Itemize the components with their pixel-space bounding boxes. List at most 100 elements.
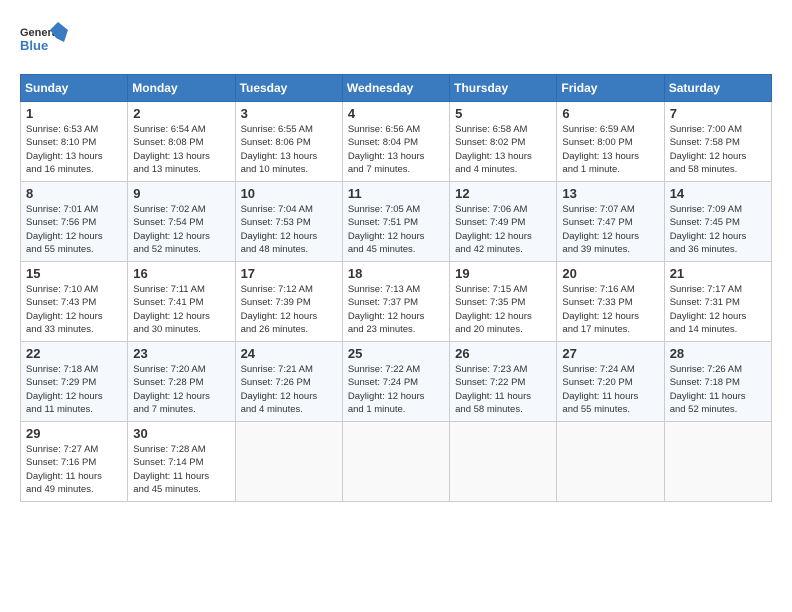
calendar-cell: 9 Sunrise: 7:02 AM Sunset: 7:54 PM Daylig…	[128, 182, 235, 262]
calendar-cell: 16 Sunrise: 7:11 AM Sunset: 7:41 PM Dayli…	[128, 262, 235, 342]
day-number: 7	[670, 106, 766, 121]
day-number: 26	[455, 346, 551, 361]
day-number: 8	[26, 186, 122, 201]
day-info: Sunrise: 7:11 AM Sunset: 7:41 PM Dayligh…	[133, 283, 229, 336]
weekday-header-saturday: Saturday	[664, 75, 771, 102]
day-number: 25	[348, 346, 444, 361]
calendar-cell: 21 Sunrise: 7:17 AM Sunset: 7:31 PM Dayli…	[664, 262, 771, 342]
day-number: 2	[133, 106, 229, 121]
day-info: Sunrise: 7:07 AM Sunset: 7:47 PM Dayligh…	[562, 203, 658, 256]
page-header: General Blue	[20, 20, 772, 64]
day-info: Sunrise: 7:01 AM Sunset: 7:56 PM Dayligh…	[26, 203, 122, 256]
day-info: Sunrise: 7:22 AM Sunset: 7:24 PM Dayligh…	[348, 363, 444, 416]
calendar-cell: 30 Sunrise: 7:28 AM Sunset: 7:14 PM Dayli…	[128, 422, 235, 502]
day-info: Sunrise: 7:24 AM Sunset: 7:20 PM Dayligh…	[562, 363, 658, 416]
weekday-header-sunday: Sunday	[21, 75, 128, 102]
day-info: Sunrise: 7:00 AM Sunset: 7:58 PM Dayligh…	[670, 123, 766, 176]
day-info: Sunrise: 7:23 AM Sunset: 7:22 PM Dayligh…	[455, 363, 551, 416]
day-info: Sunrise: 7:17 AM Sunset: 7:31 PM Dayligh…	[670, 283, 766, 336]
calendar-cell: 6 Sunrise: 6:59 AM Sunset: 8:00 PM Daylig…	[557, 102, 664, 182]
day-info: Sunrise: 7:12 AM Sunset: 7:39 PM Dayligh…	[241, 283, 337, 336]
day-number: 28	[670, 346, 766, 361]
calendar-week-row: 29Sunrise: 7:27 AM Sunset: 7:16 PM Dayli…	[21, 422, 772, 502]
calendar-cell: 18 Sunrise: 7:13 AM Sunset: 7:37 PM Dayli…	[342, 262, 449, 342]
day-info: Sunrise: 7:21 AM Sunset: 7:26 PM Dayligh…	[241, 363, 337, 416]
day-number: 14	[670, 186, 766, 201]
svg-text:Blue: Blue	[20, 38, 48, 53]
weekday-header-monday: Monday	[128, 75, 235, 102]
weekday-header-friday: Friday	[557, 75, 664, 102]
day-info: Sunrise: 7:04 AM Sunset: 7:53 PM Dayligh…	[241, 203, 337, 256]
calendar-cell	[450, 422, 557, 502]
calendar-cell: 19 Sunrise: 7:15 AM Sunset: 7:35 PM Dayli…	[450, 262, 557, 342]
day-number: 4	[348, 106, 444, 121]
logo: General Blue	[20, 20, 70, 64]
calendar-cell	[235, 422, 342, 502]
day-info: Sunrise: 6:54 AM Sunset: 8:08 PM Dayligh…	[133, 123, 229, 176]
calendar-cell	[664, 422, 771, 502]
calendar-cell: 15 Sunrise: 7:10 AM Sunset: 7:43 PM Dayli…	[21, 262, 128, 342]
day-info: Sunrise: 7:02 AM Sunset: 7:54 PM Dayligh…	[133, 203, 229, 256]
calendar-cell: 14 Sunrise: 7:09 AM Sunset: 7:45 PM Dayli…	[664, 182, 771, 262]
calendar-cell: 13 Sunrise: 7:07 AM Sunset: 7:47 PM Dayli…	[557, 182, 664, 262]
calendar-cell: 12 Sunrise: 7:06 AM Sunset: 7:49 PM Dayli…	[450, 182, 557, 262]
weekday-header-wednesday: Wednesday	[342, 75, 449, 102]
day-number: 24	[241, 346, 337, 361]
calendar-week-row: 1 Sunrise: 6:53 AM Sunset: 8:10 PM Daylig…	[21, 102, 772, 182]
day-number: 10	[241, 186, 337, 201]
calendar-cell: 11Sunrise: 7:05 AM Sunset: 7:51 PM Dayli…	[342, 182, 449, 262]
day-number: 13	[562, 186, 658, 201]
day-number: 21	[670, 266, 766, 281]
day-info: Sunrise: 7:10 AM Sunset: 7:43 PM Dayligh…	[26, 283, 122, 336]
day-number: 9	[133, 186, 229, 201]
day-number: 1	[26, 106, 122, 121]
day-number: 19	[455, 266, 551, 281]
day-number: 22	[26, 346, 122, 361]
day-info: Sunrise: 6:58 AM Sunset: 8:02 PM Dayligh…	[455, 123, 551, 176]
calendar-cell: 1 Sunrise: 6:53 AM Sunset: 8:10 PM Daylig…	[21, 102, 128, 182]
day-number: 20	[562, 266, 658, 281]
day-info: Sunrise: 6:53 AM Sunset: 8:10 PM Dayligh…	[26, 123, 122, 176]
day-number: 15	[26, 266, 122, 281]
day-number: 27	[562, 346, 658, 361]
calendar-cell: 24 Sunrise: 7:21 AM Sunset: 7:26 PM Dayli…	[235, 342, 342, 422]
day-number: 12	[455, 186, 551, 201]
day-number: 16	[133, 266, 229, 281]
day-number: 18	[348, 266, 444, 281]
calendar-cell: 3 Sunrise: 6:55 AM Sunset: 8:06 PM Daylig…	[235, 102, 342, 182]
day-info: Sunrise: 7:13 AM Sunset: 7:37 PM Dayligh…	[348, 283, 444, 336]
weekday-header-row: SundayMondayTuesdayWednesdayThursdayFrid…	[21, 75, 772, 102]
day-number: 11	[348, 186, 444, 201]
day-info: Sunrise: 7:16 AM Sunset: 7:33 PM Dayligh…	[562, 283, 658, 336]
calendar-week-row: 15 Sunrise: 7:10 AM Sunset: 7:43 PM Dayli…	[21, 262, 772, 342]
day-number: 17	[241, 266, 337, 281]
calendar-cell: 5 Sunrise: 6:58 AM Sunset: 8:02 PM Daylig…	[450, 102, 557, 182]
day-info: Sunrise: 6:56 AM Sunset: 8:04 PM Dayligh…	[348, 123, 444, 176]
calendar-cell: 25 Sunrise: 7:22 AM Sunset: 7:24 PM Dayli…	[342, 342, 449, 422]
day-info: Sunrise: 7:06 AM Sunset: 7:49 PM Dayligh…	[455, 203, 551, 256]
calendar-cell: 17 Sunrise: 7:12 AM Sunset: 7:39 PM Dayli…	[235, 262, 342, 342]
day-info: Sunrise: 7:09 AM Sunset: 7:45 PM Dayligh…	[670, 203, 766, 256]
calendar-cell	[557, 422, 664, 502]
day-info: Sunrise: 6:55 AM Sunset: 8:06 PM Dayligh…	[241, 123, 337, 176]
day-info: Sunrise: 7:20 AM Sunset: 7:28 PM Dayligh…	[133, 363, 229, 416]
calendar-table: SundayMondayTuesdayWednesdayThursdayFrid…	[20, 74, 772, 502]
day-info: Sunrise: 6:59 AM Sunset: 8:00 PM Dayligh…	[562, 123, 658, 176]
day-info: Sunrise: 7:28 AM Sunset: 7:14 PM Dayligh…	[133, 443, 229, 496]
day-number: 30	[133, 426, 229, 441]
day-info: Sunrise: 7:26 AM Sunset: 7:18 PM Dayligh…	[670, 363, 766, 416]
calendar-cell: 27 Sunrise: 7:24 AM Sunset: 7:20 PM Dayli…	[557, 342, 664, 422]
day-number: 5	[455, 106, 551, 121]
day-number: 3	[241, 106, 337, 121]
calendar-week-row: 8 Sunrise: 7:01 AM Sunset: 7:56 PM Daylig…	[21, 182, 772, 262]
day-info: Sunrise: 7:15 AM Sunset: 7:35 PM Dayligh…	[455, 283, 551, 336]
day-number: 29	[26, 426, 122, 441]
weekday-header-thursday: Thursday	[450, 75, 557, 102]
calendar-cell: 22Sunrise: 7:18 AM Sunset: 7:29 PM Dayli…	[21, 342, 128, 422]
calendar-cell: 10 Sunrise: 7:04 AM Sunset: 7:53 PM Dayli…	[235, 182, 342, 262]
calendar-cell: 7 Sunrise: 7:00 AM Sunset: 7:58 PM Daylig…	[664, 102, 771, 182]
calendar-cell: 29Sunrise: 7:27 AM Sunset: 7:16 PM Dayli…	[21, 422, 128, 502]
day-number: 6	[562, 106, 658, 121]
calendar-week-row: 22Sunrise: 7:18 AM Sunset: 7:29 PM Dayli…	[21, 342, 772, 422]
day-number: 23	[133, 346, 229, 361]
